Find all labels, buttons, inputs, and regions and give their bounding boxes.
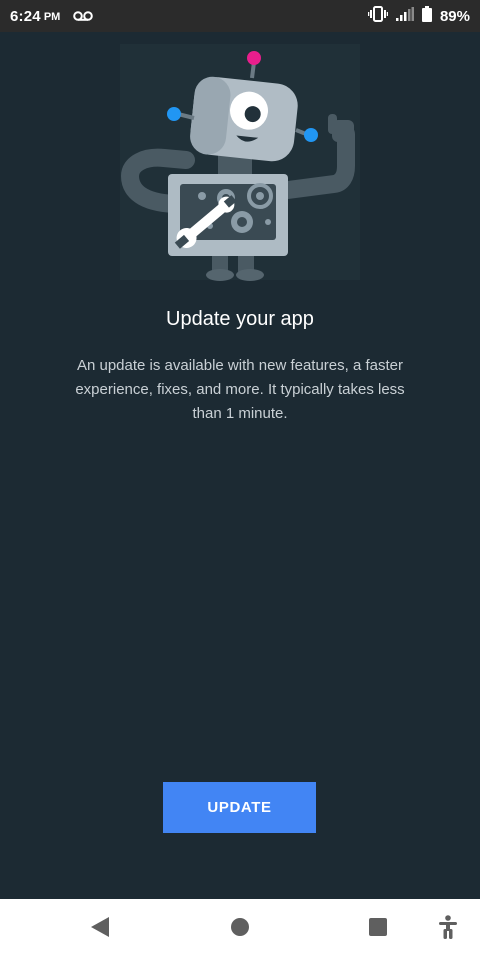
page-title: Update your app bbox=[166, 308, 314, 330]
battery-icon bbox=[421, 5, 432, 27]
update-description: An update is available with new features… bbox=[75, 357, 405, 422]
signal-icon bbox=[395, 6, 414, 26]
status-bar: 6:24 PM 89% bbox=[0, 0, 480, 32]
recents-icon bbox=[368, 917, 388, 942]
status-time: 6:24 bbox=[10, 7, 41, 25]
update-button[interactable]: UPDATE bbox=[163, 782, 316, 833]
back-icon bbox=[90, 916, 110, 943]
voicemail-icon bbox=[73, 10, 94, 22]
home-button[interactable] bbox=[210, 899, 270, 960]
navigation-bar bbox=[0, 899, 480, 960]
status-left: 6:24 PM bbox=[10, 7, 94, 25]
recents-button[interactable] bbox=[348, 899, 408, 960]
accessibility-button[interactable] bbox=[418, 899, 478, 960]
status-ampm: PM bbox=[43, 11, 61, 23]
vibrate-icon bbox=[367, 5, 389, 27]
status-right: 89% bbox=[367, 5, 470, 27]
battery-percent: 89% bbox=[439, 7, 470, 25]
accessibility-icon bbox=[438, 915, 458, 944]
robot-repair-illustration bbox=[120, 44, 360, 284]
app-screen: 6:24 PM 89% Update your app An update is… bbox=[0, 0, 480, 960]
back-button[interactable] bbox=[70, 899, 130, 960]
home-icon bbox=[230, 917, 250, 942]
